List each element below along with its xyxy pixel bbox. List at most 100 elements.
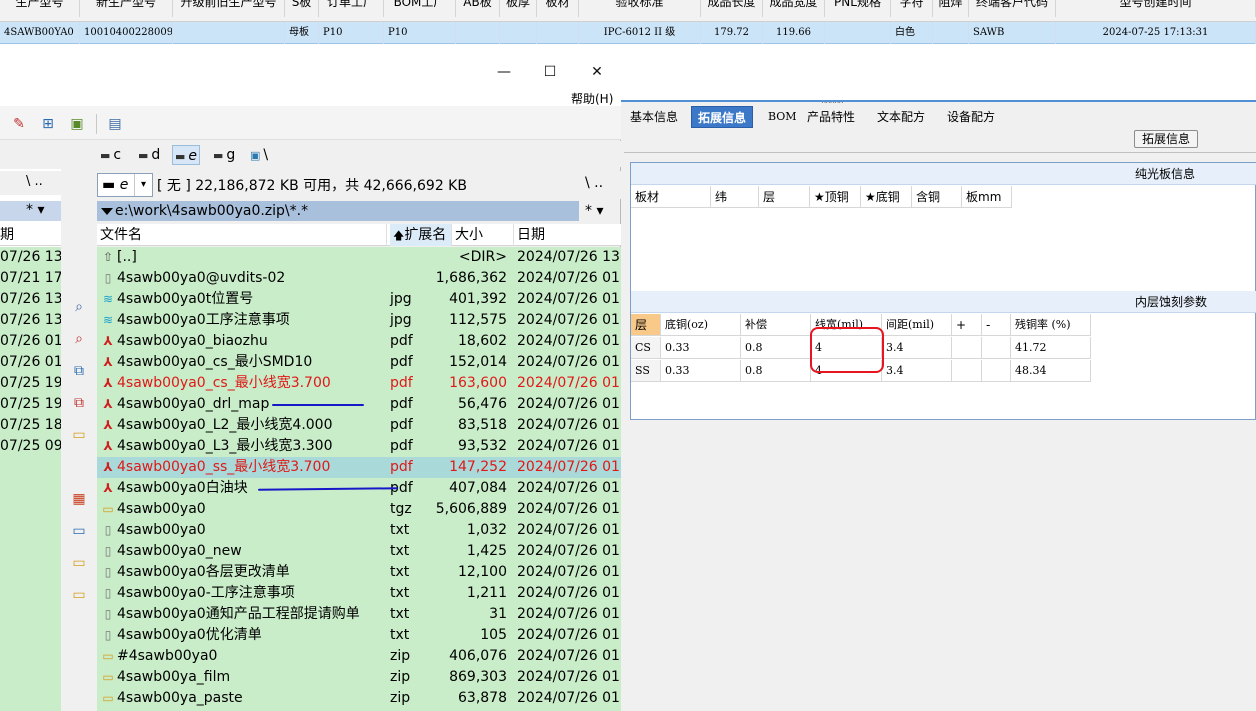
file-row[interactable]: ▯ 4sawb00ya0@uvdits-02 1,686,362 2024/07/26… xyxy=(97,268,621,289)
grid-cell[interactable]: IPC-6012 II 级 xyxy=(579,22,701,44)
file-row[interactable]: ▯ 4sawb00ya0通知产品工程部提请购单 txt 31 2024/07/26 01… xyxy=(97,604,621,625)
inner-col-header[interactable]: 层 xyxy=(631,314,661,336)
grid-cell[interactable] xyxy=(933,22,969,44)
tab-1[interactable]: 拓展信息 xyxy=(691,106,754,128)
left-panel-date[interactable]: 07/25 19:0 xyxy=(0,394,61,415)
pure-col-header[interactable]: 含铜 xyxy=(912,186,962,208)
network-folder-icon[interactable]: ▭ xyxy=(69,521,89,541)
file-row[interactable]: ▭#4sawb00ya0 zip 406,076 2024/07/26 01:3 xyxy=(97,646,621,667)
file-row[interactable]: ⅄ 4sawb00ya0_cs_最小线宽3.700 pdf 163,600 2024/0… xyxy=(97,373,621,394)
current-path-bar[interactable]: e:\work\4sawb00ya0.zip\*.* xyxy=(97,201,579,221)
file-row[interactable]: ▯ 4sawb00ya0 txt 1,032 2024/07/26 01:2 xyxy=(97,520,621,541)
grid-cell[interactable]: P10 xyxy=(319,22,384,44)
file-row[interactable]: ▭4sawb00ya_film zip 869,303 2024/07/26 01:3 xyxy=(97,667,621,688)
history-dropdown-icon[interactable] xyxy=(101,208,113,215)
left-panel-date[interactable]: 07/21 17:1 xyxy=(0,268,61,289)
chevron-down-icon[interactable]: ▾ xyxy=(134,174,152,196)
folder-3-icon[interactable]: ▭ xyxy=(69,585,89,605)
splitter-grip[interactable]: ‥‥‥‥‥ xyxy=(821,97,861,105)
tab-5[interactable]: 设备配方 xyxy=(941,106,1001,128)
inner-col-header[interactable]: - xyxy=(982,314,1011,336)
minimize-button[interactable]: — xyxy=(492,62,516,82)
file-row[interactable]: ▯ 4sawb00ya0各层更改清单 txt 12,100 2024/07/26 01:… xyxy=(97,562,621,583)
inner-col-header[interactable]: 间距(mil) xyxy=(882,314,952,336)
inner-cell[interactable]: 0.8 xyxy=(741,337,811,359)
grid-cell[interactable] xyxy=(825,22,891,44)
column-header[interactable]: 成品长度 xyxy=(701,0,763,17)
file-row[interactable]: ≋4sawb00ya0t位置号 jpg 401,392 2024/07/26 01:1 xyxy=(97,289,621,310)
notepad-icon[interactable]: ▤ xyxy=(106,115,124,133)
grid-cell[interactable]: 119.66 xyxy=(763,22,825,44)
drive-4[interactable]: ▣ \ xyxy=(250,145,268,165)
tab-4[interactable]: 文本配方 xyxy=(871,106,931,128)
extended-info-button[interactable]: 拓展信息 xyxy=(1134,130,1198,148)
left-panel-date[interactable]: 07/26 13:5 xyxy=(0,247,61,268)
file-row[interactable]: ▭4sawb00ya_paste zip 63,878 2024/07/26 01:3 xyxy=(97,688,621,709)
left-panel-date[interactable]: 07/26 01:3 xyxy=(0,331,61,352)
column-header[interactable]: AB板 xyxy=(456,0,500,17)
column-header[interactable]: 终端客户代码 xyxy=(969,0,1056,17)
grid-cell[interactable] xyxy=(456,22,500,44)
close-button[interactable]: ✕ xyxy=(585,62,609,82)
grid-cell[interactable]: 母板 xyxy=(285,22,319,44)
inner-cell[interactable]: 0.8 xyxy=(741,360,811,382)
inner-cell[interactable] xyxy=(952,337,982,359)
column-header[interactable]: 订单工厂 xyxy=(319,0,384,17)
pack-files-icon[interactable]: ▣ xyxy=(68,115,86,133)
help-menu[interactable]: 帮助(H) xyxy=(571,90,613,107)
file-row[interactable]: ≋ 4sawb00ya0工序注意事项 jpg 112,575 2024/07/26 01… xyxy=(97,310,621,331)
inner-col-header[interactable]: + xyxy=(952,314,982,336)
sync-dirs-icon[interactable]: ⊞ xyxy=(39,115,57,133)
left-panel-date[interactable]: 07/25 09:1 xyxy=(0,436,61,457)
inner-col-header[interactable]: 补偿 xyxy=(741,314,811,336)
file-row[interactable]: ⅄ 4sawb00ya0_L3_最小线宽3.300 pdf 93,532 2024/07… xyxy=(97,436,621,457)
maximize-button[interactable]: ☐ xyxy=(538,62,562,82)
file-row[interactable]: ⅄ 4sawb00ya0_L2_最小线宽4.000 pdf 83,518 2024/07… xyxy=(97,415,621,436)
pure-col-header[interactable]: ★顶铜 xyxy=(810,186,861,208)
file-row[interactable]: ⅄ 4sawb00ya0_cs_最小SMD10 pdf 152,014 2024/07/… xyxy=(97,352,621,373)
pure-col-header[interactable]: 板mm xyxy=(962,186,1012,208)
inner-cell[interactable]: 41.72 xyxy=(1011,337,1091,359)
left-panel-date[interactable]: 07/25 19:1 xyxy=(0,373,61,394)
grid-cell[interactable]: 10010400228009 xyxy=(80,22,173,44)
left-panel-date-header[interactable]: 期 xyxy=(0,224,61,246)
pure-col-header[interactable]: 板材 xyxy=(631,186,711,208)
tab-0[interactable]: 基本信息 xyxy=(624,106,684,128)
inner-cell[interactable]: SS xyxy=(631,360,661,382)
panel-root-nav[interactable]: \ .. xyxy=(585,175,603,191)
inner-cell[interactable]: CS xyxy=(631,337,661,359)
pure-col-header[interactable]: 纬 xyxy=(711,186,759,208)
column-header[interactable]: 字符 xyxy=(891,0,933,17)
file-row[interactable]: ▯ 4sawb00ya0_new txt 1,425 2024/07/26 01:2 xyxy=(97,541,621,562)
inner-cell[interactable]: 48.34 xyxy=(1011,360,1091,382)
column-header[interactable]: 阻焊 xyxy=(933,0,969,17)
left-panel-path[interactable]: * ▾ xyxy=(0,201,61,221)
inner-cell[interactable] xyxy=(982,360,1011,382)
pure-col-header[interactable]: ★底铜 xyxy=(861,186,912,208)
grid-cell[interactable]: 179.72 xyxy=(701,22,763,44)
filter-dropdown[interactable]: * ▾ xyxy=(585,201,603,221)
inner-col-header[interactable]: 底铜(oz) xyxy=(661,314,741,336)
drive-0[interactable]: ▬ c xyxy=(100,145,121,165)
left-panel-date[interactable]: 07/26 13:3 xyxy=(0,310,61,331)
product-grid-selected-row[interactable]: 4SAWB00YA0 10010400228009 母板 P10 P10 IPC-6012… xyxy=(0,22,1256,44)
grid-cell[interactable] xyxy=(537,22,579,44)
grid-cell[interactable] xyxy=(173,22,285,44)
column-header-date[interactable]: 日期 xyxy=(514,224,621,246)
file-row[interactable]: ⇧[..] <DIR> 2024/07/26 13:3 xyxy=(97,247,621,268)
file-row[interactable]: ⅄ 4sawb00ya0_ss_最小线宽3.700 pdf 147,252 2024/0… xyxy=(97,457,621,478)
drive-1[interactable]: ▬ d xyxy=(138,145,160,165)
gift-box-icon[interactable]: ▦ xyxy=(69,489,89,509)
file-row[interactable]: ▭4sawb00ya0 tgz 5,606,889 2024/07/26 01:3 xyxy=(97,499,621,520)
file-row[interactable]: ⅄ 4sawb00ya0_biaozhu pdf 18,602 2024/07/26 0… xyxy=(97,331,621,352)
inner-cell[interactable]: 3.4 xyxy=(882,360,952,382)
left-panel-date[interactable]: 07/25 18:3 xyxy=(0,415,61,436)
grid-cell[interactable]: P10 xyxy=(384,22,456,44)
grid-cell[interactable]: 4SAWB00YA0 xyxy=(0,22,80,44)
grid-cell[interactable]: 白色 xyxy=(891,22,933,44)
column-header[interactable]: 生产型号 xyxy=(0,0,80,17)
inner-cell[interactable]: 0.33 xyxy=(661,337,741,359)
drive-2[interactable]: ▬ e xyxy=(172,145,201,165)
column-header[interactable]: S板 xyxy=(285,0,319,17)
column-header[interactable]: BOM工厂 xyxy=(384,0,456,17)
